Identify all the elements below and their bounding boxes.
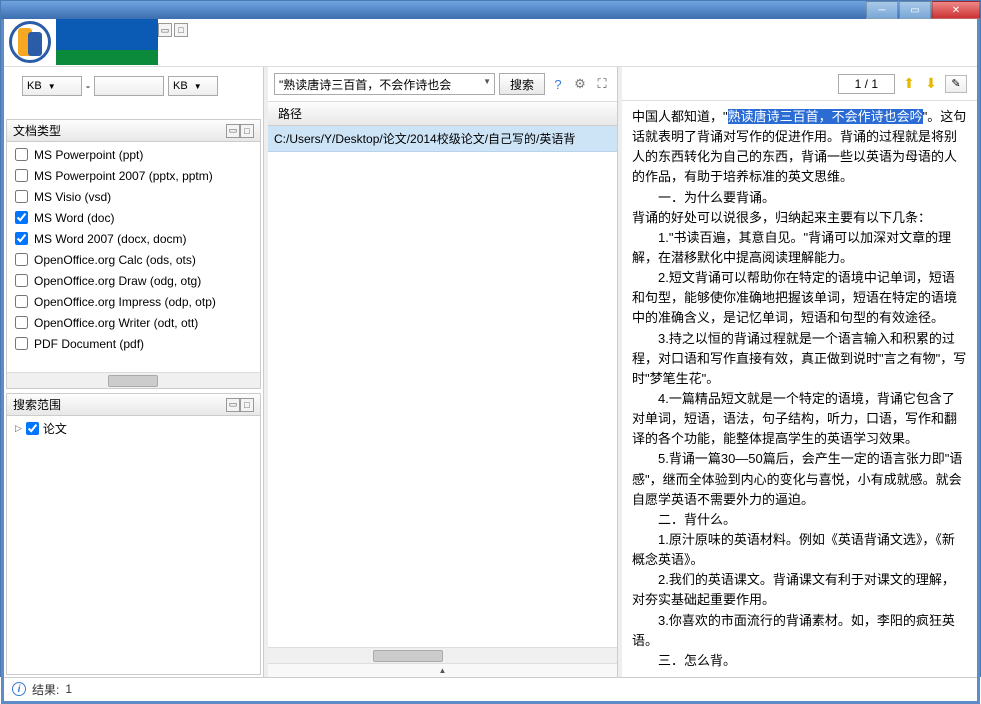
status-bar: i 结果: 1	[4, 677, 977, 701]
preview-line: 3.持之以恒的背诵过程就是一个语言输入和积累的过程，对口语和写作直接有效，真正做…	[632, 329, 967, 389]
prev-match-icon[interactable]: ⬆	[901, 76, 917, 92]
filetype-item[interactable]: OpenOffice.org Calc (ods, ots)	[7, 249, 260, 270]
filetype-label: OpenOffice.org Writer (odt, ott)	[34, 316, 198, 330]
filetype-label: MS Word 2007 (docx, docm)	[34, 232, 187, 246]
size-unit-1[interactable]: KB▼	[22, 76, 82, 96]
filetype-item[interactable]: MS Word (doc)	[7, 207, 260, 228]
close-button[interactable]: ✕	[932, 1, 980, 19]
scope-checkbox[interactable]	[26, 422, 39, 435]
filetype-label: OpenOffice.org Calc (ods, ots)	[34, 253, 196, 267]
expand-icon[interactable]: ⛶	[593, 75, 611, 93]
filetype-item[interactable]: PDF Document (pdf)	[7, 333, 260, 354]
filetype-label: MS Powerpoint 2007 (pptx, pptm)	[34, 169, 213, 183]
scope-root-label: 论文	[43, 420, 67, 437]
preview-line: 一．为什么要背诵。	[632, 188, 967, 208]
search-bar: ▼ 搜索 ? ⚙ ⛶	[268, 67, 617, 102]
top-toolbar: ▭ □	[4, 19, 977, 67]
filetype-checkbox[interactable]	[15, 211, 28, 224]
filetype-checkbox[interactable]	[15, 316, 28, 329]
filetype-label: MS Visio (vsd)	[34, 190, 111, 204]
panel-collapse-icon[interactable]: ▭	[158, 23, 172, 37]
filetype-label: MS Powerpoint (ppt)	[34, 148, 143, 162]
search-button[interactable]: 搜索	[499, 73, 545, 95]
panel-dock-icon[interactable]: □	[240, 124, 254, 138]
preview-line: 三．怎么背。	[632, 651, 967, 671]
size-value-input[interactable]	[94, 76, 164, 96]
filetype-checkbox[interactable]	[15, 253, 28, 266]
preview-line: 2.我们的英语课文。背诵课文有利于对课文的理解，对夯实基础起重要作用。	[632, 570, 967, 610]
size-filter-row: KB▼ - KB▼	[6, 74, 224, 98]
panel-min-icon[interactable]: ▭	[226, 398, 240, 412]
preview-line: 5.背诵一篇30—50篇后，会产生一定的语言张力即"语感"，继而全体验到内心的变…	[632, 449, 967, 509]
results-column: ▼ 搜索 ? ⚙ ⛶ 路径 C:/Users/Y/Desktop/论文/2014…	[268, 67, 618, 677]
filetype-label: MS Word (doc)	[34, 211, 114, 225]
filetype-hscroll[interactable]	[7, 372, 260, 388]
scope-panel-title: 搜索范围	[13, 396, 61, 413]
main-content: 文档类型 ▭ □ MS Powerpoint (ppt)MS Powerpoin…	[4, 67, 977, 677]
panel-min-icon[interactable]: ▭	[226, 124, 240, 138]
help-icon[interactable]: ?	[549, 75, 567, 93]
maximize-button[interactable]: ▭	[899, 1, 931, 19]
filetype-panel-title: 文档类型	[13, 122, 61, 139]
preview-line: 3.你喜欢的市面流行的背诵素材。如，李阳的疯狂英语。	[632, 611, 967, 651]
filetype-item[interactable]: OpenOffice.org Draw (odg, otg)	[7, 270, 260, 291]
preview-line: 1.原汁原味的英语材料。例如《英语背诵文选》，《新概念英语》。	[632, 530, 967, 570]
filetype-checkbox[interactable]	[15, 232, 28, 245]
filetype-checkbox[interactable]	[15, 295, 28, 308]
titlebar[interactable]: ─ ▭ ✕	[1, 1, 980, 19]
page-indicator[interactable]: 1 / 1	[838, 74, 895, 94]
app-window: ─ ▭ ✕ ▭ □ KB▼ - KB▼	[0, 0, 981, 677]
results-expand-handle[interactable]: ▲	[268, 663, 617, 677]
filetype-item[interactable]: MS Powerpoint (ppt)	[7, 144, 260, 165]
result-row[interactable]: C:/Users/Y/Desktop/论文/2014校级论文/自己写的/英语背	[268, 126, 617, 152]
highlight-match: 熟读唐诗三百首，不会作诗也会吟	[728, 109, 923, 124]
preview-line: 4.一篇精品短文就是一个特定的语境，背诵它包含了对单词，短语，语法，句子结构，听…	[632, 389, 967, 449]
preview-column: 1 / 1 ⬆ ⬇ ✎ 中国人都知道，"熟读唐诗三百首，不会作诗也会吟"。这句话…	[622, 67, 977, 677]
filetype-list: MS Powerpoint (ppt) MS Powerpoint 2007 (p…	[7, 142, 260, 372]
result-list: C:/Users/Y/Desktop/论文/2014校级论文/自己写的/英语背	[268, 126, 617, 647]
size-unit-2[interactable]: KB▼	[168, 76, 218, 96]
filetype-checkbox[interactable]	[15, 148, 28, 161]
preview-line: 二．背什么。	[632, 510, 967, 530]
edit-icon[interactable]: ✎	[945, 75, 967, 93]
path-column-header[interactable]: 路径	[278, 105, 302, 122]
size-dash: -	[86, 79, 90, 93]
filetype-checkbox[interactable]	[15, 190, 28, 203]
filetype-item[interactable]: OpenOffice.org Impress (odp, otp)	[7, 291, 260, 312]
preview-line: 背诵的好处可以说很多，归纳起来主要有以下几条：	[632, 208, 967, 228]
preview-line: 1."书读百遍，其意自见。"背诵可以加深对文章的理解，在潜移默化中提高阅读理解能…	[632, 228, 967, 268]
filetype-label: PDF Document (pdf)	[34, 337, 144, 351]
status-label: 结果:	[32, 681, 59, 698]
preview-pre: 中国人都知道，"	[632, 109, 728, 124]
filetype-checkbox[interactable]	[15, 274, 28, 287]
search-dropdown-icon[interactable]: ▼	[483, 77, 491, 86]
scope-panel: 搜索范围 ▭ □ ▷ 论文	[6, 393, 261, 675]
panel-dock-icon[interactable]: □	[240, 398, 254, 412]
status-count: 1	[65, 682, 72, 696]
results-hscroll[interactable]	[268, 647, 617, 663]
filetype-panel: 文档类型 ▭ □ MS Powerpoint (ppt)MS Powerpoin…	[6, 119, 261, 389]
search-input[interactable]	[274, 73, 495, 95]
filetype-item[interactable]: MS Powerpoint 2007 (pptx, pptm)	[7, 165, 260, 186]
info-icon: i	[12, 682, 26, 696]
filetype-label: OpenOffice.org Impress (odp, otp)	[34, 295, 216, 309]
preview-line: 2.短文背诵可以帮助你在特定的语境中记单词，短语和句型，能够使你准确地把握该单词…	[632, 268, 967, 328]
left-sidebar: 文档类型 ▭ □ MS Powerpoint (ppt)MS Powerpoin…	[4, 67, 264, 677]
filetype-checkbox[interactable]	[15, 169, 28, 182]
next-match-icon[interactable]: ⬇	[923, 76, 939, 92]
filetype-item[interactable]: MS Word 2007 (docx, docm)	[7, 228, 260, 249]
filetype-checkbox[interactable]	[15, 337, 28, 350]
preview-toolbar: 1 / 1 ⬆ ⬇ ✎	[622, 67, 977, 101]
tree-expand-icon[interactable]: ▷	[15, 423, 22, 434]
filetype-item[interactable]: OpenOffice.org Writer (odt, ott)	[7, 312, 260, 333]
app-logo: ▭ □	[4, 19, 194, 65]
preview-text[interactable]: 中国人都知道，"熟读唐诗三百首，不会作诗也会吟"。这句话就表明了背诵对写作的促进…	[622, 101, 977, 677]
filetype-label: OpenOffice.org Draw (odg, otg)	[34, 274, 201, 288]
scope-tree-root[interactable]: ▷ 论文	[15, 420, 252, 437]
settings-icon[interactable]: ⚙	[571, 75, 589, 93]
client-area: ▭ □ KB▼ - KB▼ 文档类型	[1, 19, 980, 704]
filetype-item[interactable]: MS Visio (vsd)	[7, 186, 260, 207]
minimize-button[interactable]: ─	[866, 1, 898, 19]
panel-close-icon[interactable]: □	[174, 23, 188, 37]
